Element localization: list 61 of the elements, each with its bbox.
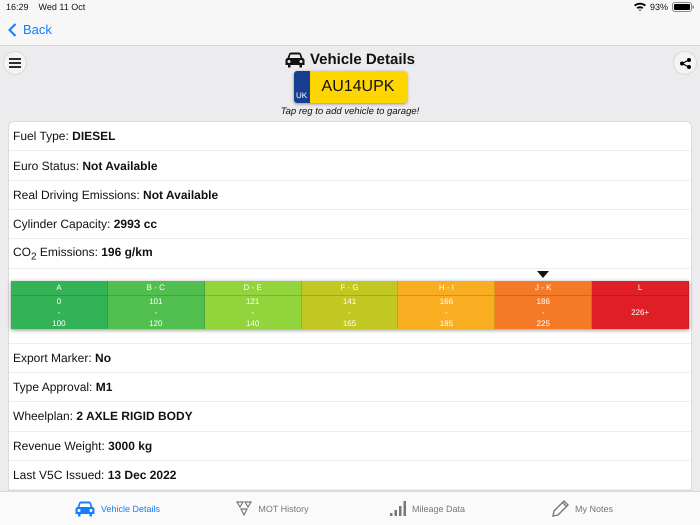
band-range: 101 <box>149 296 162 307</box>
detail-text: Revenue Weight: 3000 kg <box>13 438 152 453</box>
band-range: 100 <box>52 318 66 329</box>
tab-button[interactable]: MOT History <box>195 492 350 525</box>
chevron-left-icon <box>8 22 17 36</box>
band-range: 121 <box>246 296 260 307</box>
band-label: H - I <box>438 283 454 292</box>
battery-icon <box>672 2 694 12</box>
detail-text: Wheelplan: 2 AXLE RIGID BODY <box>13 409 193 424</box>
wifi-icon <box>634 2 646 12</box>
band-range: - <box>542 306 545 318</box>
band-range: - <box>348 306 351 318</box>
back-button[interactable]: Back <box>8 22 52 37</box>
band-label: A <box>56 283 62 292</box>
band-range: 225 <box>536 318 550 329</box>
pencil-icon <box>552 500 569 518</box>
band-label: L <box>638 283 642 292</box>
battery-percent: 93% <box>650 2 668 12</box>
band-range: 140 <box>246 318 260 329</box>
detail-text: Type Approval: M1 <box>13 380 112 394</box>
band-range: 165 <box>342 318 356 329</box>
plate-hint: Tap reg to add vehicle to garage! <box>280 106 420 118</box>
band-label: J - K <box>535 283 552 292</box>
band-range: 120 <box>149 318 162 329</box>
band-range: - <box>154 306 158 318</box>
tab-button[interactable]: Mileage Data <box>350 492 505 525</box>
car-icon <box>284 52 305 68</box>
plate-registration: AU14UPK <box>310 71 406 104</box>
share-button[interactable] <box>673 51 697 76</box>
detail-text: Real Driving Emissions: Not Available <box>13 188 218 202</box>
band-range: 226+ <box>631 306 650 318</box>
band-range: 166 <box>440 296 454 307</box>
tab-button[interactable]: My Notes <box>505 492 660 525</box>
band-range: 0 <box>56 296 62 307</box>
signal-bars-icon <box>390 501 406 516</box>
detail-text: Last V5C Issued: 13 Dec 2022 <box>13 468 176 482</box>
band-range: - <box>58 306 60 318</box>
triangles-icon <box>236 501 252 516</box>
detail-text: Euro Status: Not Available <box>13 158 158 173</box>
band-range: 141 <box>342 296 356 307</box>
number-plate[interactable]: UK AU14UPK <box>294 71 406 104</box>
status-time: 16:29 <box>6 2 29 12</box>
detail-text: CO$_{2}$ Emissions: 196 g/km <box>13 244 153 262</box>
band-range: 186 <box>536 296 550 307</box>
band-range: - <box>251 306 254 318</box>
detail-text: Cylinder Capacity: 2993 cc <box>13 217 158 232</box>
band-range: - <box>445 306 448 318</box>
menu-button[interactable] <box>3 51 27 76</box>
detail-text: Export Marker: No <box>13 350 112 365</box>
page-title: Vehicle Details <box>310 51 416 68</box>
detail-text: Fuel Type: DIESEL <box>13 129 116 144</box>
car-icon <box>74 500 95 517</box>
tab-button[interactable]: Vehicle Details <box>40 492 195 525</box>
share-icon <box>680 58 690 69</box>
menu-icon <box>9 58 21 68</box>
band-label: F - G <box>340 283 359 292</box>
band-range: 185 <box>440 318 454 329</box>
status-date: Wed 11 Oct <box>38 2 86 12</box>
band-label: D - E <box>244 283 262 292</box>
band-label: B - C <box>146 283 165 292</box>
plate-country: UK <box>294 71 310 104</box>
